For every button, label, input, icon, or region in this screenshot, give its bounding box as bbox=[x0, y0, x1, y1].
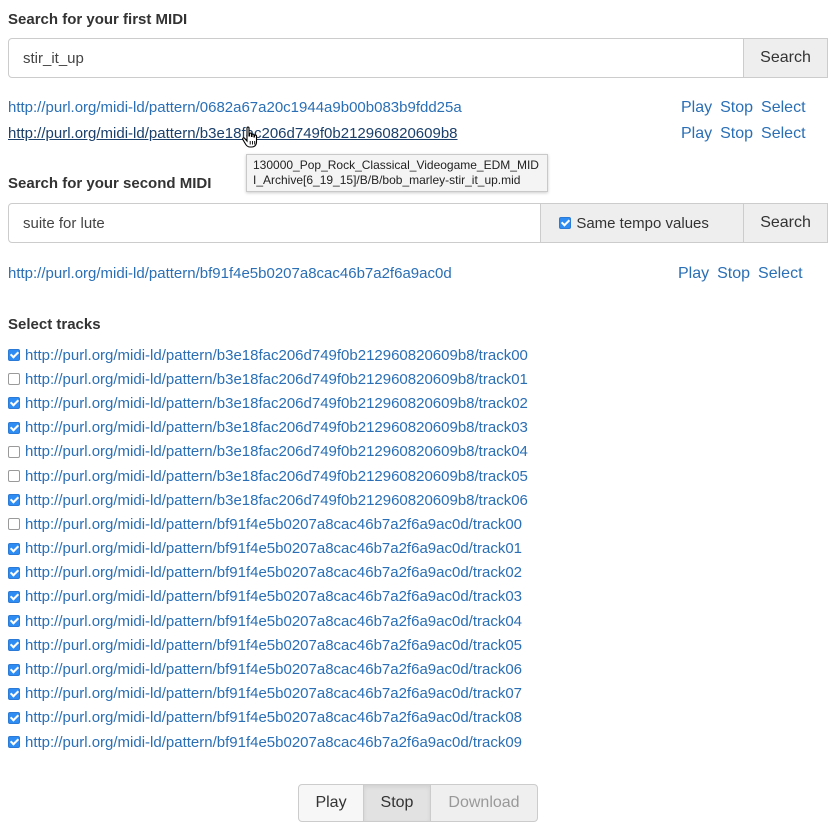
same-tempo-label: Same tempo values bbox=[576, 214, 709, 232]
track-checkbox[interactable] bbox=[8, 445, 20, 458]
track-row: http://purl.org/midi-ld/pattern/bf91f4e5… bbox=[8, 730, 528, 754]
filename-tooltip: 130000_Pop_Rock_Classical_Videogame_EDM_… bbox=[246, 154, 548, 192]
track-row: http://purl.org/midi-ld/pattern/bf91f4e5… bbox=[8, 537, 528, 561]
track-checkbox[interactable] bbox=[8, 494, 20, 507]
track-checkbox[interactable] bbox=[8, 470, 20, 483]
first-result-link-0[interactable]: http://purl.org/midi-ld/pattern/0682a67a… bbox=[8, 99, 462, 116]
track-link[interactable]: http://purl.org/midi-ld/pattern/b3e18fac… bbox=[25, 395, 528, 412]
track-link[interactable]: http://purl.org/midi-ld/pattern/bf91f4e5… bbox=[25, 540, 522, 557]
track-link[interactable]: http://purl.org/midi-ld/pattern/bf91f4e5… bbox=[25, 734, 522, 751]
track-link[interactable]: http://purl.org/midi-ld/pattern/b3e18fac… bbox=[25, 443, 528, 460]
first-midi-search-group: Search bbox=[8, 38, 828, 78]
second-result-controls-0: Play Stop Select bbox=[678, 265, 803, 283]
second-search-button[interactable]: Search bbox=[744, 203, 828, 243]
track-checkbox[interactable] bbox=[8, 639, 20, 652]
track-link[interactable]: http://purl.org/midi-ld/pattern/bf91f4e5… bbox=[25, 564, 522, 581]
track-row: http://purl.org/midi-ld/pattern/bf91f4e5… bbox=[8, 512, 528, 536]
track-checkbox[interactable] bbox=[8, 397, 20, 410]
play-button[interactable]: Play bbox=[298, 784, 364, 822]
select-link[interactable]: Select bbox=[761, 125, 805, 143]
first-result-controls-0: Play Stop Select bbox=[681, 99, 806, 117]
second-midi-heading: Search for your second MIDI bbox=[8, 175, 212, 192]
playback-button-group: Play Stop Download bbox=[298, 784, 538, 822]
track-row: http://purl.org/midi-ld/pattern/b3e18fac… bbox=[8, 367, 528, 391]
track-link[interactable]: http://purl.org/midi-ld/pattern/b3e18fac… bbox=[25, 419, 528, 436]
track-checkbox[interactable] bbox=[8, 736, 20, 749]
track-row: http://purl.org/midi-ld/pattern/bf91f4e5… bbox=[8, 682, 528, 706]
select-link[interactable]: Select bbox=[758, 265, 802, 283]
second-midi-search-input[interactable] bbox=[8, 203, 542, 243]
stop-link[interactable]: Stop bbox=[717, 265, 750, 283]
stop-link[interactable]: Stop bbox=[720, 125, 753, 143]
track-link[interactable]: http://purl.org/midi-ld/pattern/b3e18fac… bbox=[25, 492, 528, 509]
track-row: http://purl.org/midi-ld/pattern/bf91f4e5… bbox=[8, 633, 528, 657]
track-link[interactable]: http://purl.org/midi-ld/pattern/b3e18fac… bbox=[25, 468, 528, 485]
select-tracks-heading: Select tracks bbox=[8, 316, 101, 333]
track-checkbox[interactable] bbox=[8, 566, 20, 579]
track-checkbox[interactable] bbox=[8, 349, 20, 362]
track-row: http://purl.org/midi-ld/pattern/bf91f4e5… bbox=[8, 561, 528, 585]
track-row: http://purl.org/midi-ld/pattern/bf91f4e5… bbox=[8, 585, 528, 609]
track-list: http://purl.org/midi-ld/pattern/b3e18fac… bbox=[8, 343, 528, 754]
same-tempo-option[interactable]: Same tempo values bbox=[541, 203, 745, 243]
track-link[interactable]: http://purl.org/midi-ld/pattern/bf91f4e5… bbox=[25, 661, 522, 678]
track-link[interactable]: http://purl.org/midi-ld/pattern/b3e18fac… bbox=[25, 371, 528, 388]
play-link[interactable]: Play bbox=[678, 265, 709, 283]
track-row: http://purl.org/midi-ld/pattern/b3e18fac… bbox=[8, 464, 528, 488]
track-checkbox[interactable] bbox=[8, 663, 20, 676]
track-checkbox[interactable] bbox=[8, 590, 20, 603]
first-midi-heading: Search for your first MIDI bbox=[8, 11, 188, 28]
track-row: http://purl.org/midi-ld/pattern/bf91f4e5… bbox=[8, 609, 528, 633]
stop-link[interactable]: Stop bbox=[720, 99, 753, 117]
track-row: http://purl.org/midi-ld/pattern/b3e18fac… bbox=[8, 391, 528, 415]
track-link[interactable]: http://purl.org/midi-ld/pattern/b3e18fac… bbox=[25, 347, 528, 364]
track-checkbox[interactable] bbox=[8, 615, 20, 628]
track-checkbox[interactable] bbox=[8, 518, 20, 531]
track-link[interactable]: http://purl.org/midi-ld/pattern/bf91f4e5… bbox=[25, 516, 522, 533]
track-checkbox[interactable] bbox=[8, 687, 20, 700]
download-button: Download bbox=[430, 784, 538, 822]
play-link[interactable]: Play bbox=[681, 125, 712, 143]
track-checkbox[interactable] bbox=[8, 421, 20, 434]
track-link[interactable]: http://purl.org/midi-ld/pattern/bf91f4e5… bbox=[25, 588, 522, 605]
first-result-controls-1: Play Stop Select bbox=[681, 125, 806, 143]
track-checkbox[interactable] bbox=[8, 542, 20, 555]
track-row: http://purl.org/midi-ld/pattern/bf91f4e5… bbox=[8, 706, 528, 730]
first-midi-search-input[interactable] bbox=[8, 38, 745, 78]
track-checkbox[interactable] bbox=[8, 711, 20, 724]
second-midi-search-group: Same tempo values Search bbox=[8, 203, 828, 243]
select-link[interactable]: Select bbox=[761, 99, 805, 117]
same-tempo-checkbox[interactable] bbox=[559, 217, 572, 229]
track-link[interactable]: http://purl.org/midi-ld/pattern/bf91f4e5… bbox=[25, 685, 522, 702]
track-checkbox[interactable] bbox=[8, 373, 20, 386]
second-result-link-0[interactable]: http://purl.org/midi-ld/pattern/bf91f4e5… bbox=[8, 265, 452, 282]
track-link[interactable]: http://purl.org/midi-ld/pattern/bf91f4e5… bbox=[25, 709, 522, 726]
play-link[interactable]: Play bbox=[681, 99, 712, 117]
track-row: http://purl.org/midi-ld/pattern/b3e18fac… bbox=[8, 440, 528, 464]
track-link[interactable]: http://purl.org/midi-ld/pattern/bf91f4e5… bbox=[25, 613, 522, 630]
track-row: http://purl.org/midi-ld/pattern/b3e18fac… bbox=[8, 488, 528, 512]
hand-cursor-icon bbox=[242, 126, 258, 148]
stop-button[interactable]: Stop bbox=[363, 784, 431, 822]
track-link[interactable]: http://purl.org/midi-ld/pattern/bf91f4e5… bbox=[25, 637, 522, 654]
first-search-button[interactable]: Search bbox=[744, 38, 828, 78]
first-result-link-1[interactable]: http://purl.org/midi-ld/pattern/b3e18fac… bbox=[8, 125, 458, 142]
track-row: http://purl.org/midi-ld/pattern/b3e18fac… bbox=[8, 416, 528, 440]
track-row: http://purl.org/midi-ld/pattern/bf91f4e5… bbox=[8, 657, 528, 681]
track-row: http://purl.org/midi-ld/pattern/b3e18fac… bbox=[8, 343, 528, 367]
